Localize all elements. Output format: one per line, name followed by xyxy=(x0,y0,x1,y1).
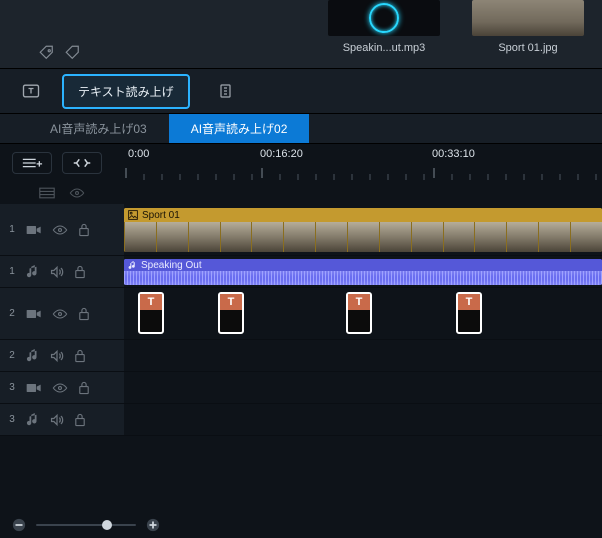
video-icon[interactable] xyxy=(26,382,42,394)
timeline-header: 0:00 00:16:20 00:33:10 xyxy=(0,144,602,182)
media-item-image[interactable]: Sport 01.jpg xyxy=(472,0,584,54)
track-number: 3 xyxy=(8,414,16,425)
track-lane[interactable]: T T T T xyxy=(124,288,602,340)
track-lane[interactable] xyxy=(124,340,602,372)
media-thumbnail xyxy=(472,0,584,36)
zoom-in-button[interactable] xyxy=(146,518,160,532)
music-icon[interactable] xyxy=(26,413,40,427)
video-icon[interactable] xyxy=(26,224,42,236)
speaker-icon[interactable] xyxy=(50,413,64,427)
track-head: 1 xyxy=(0,204,124,256)
filmstrip-icon[interactable] xyxy=(39,187,55,199)
video-icon[interactable] xyxy=(26,308,42,320)
marker-add-button[interactable] xyxy=(12,152,52,174)
tab-ai-voice-02[interactable]: AI音声読み上げ02 xyxy=(169,114,310,143)
text-to-speech-button[interactable]: テキスト読み上げ xyxy=(62,74,190,109)
image-icon xyxy=(128,210,138,220)
track-number: 1 xyxy=(8,224,16,235)
tool-row: テキスト読み上げ xyxy=(0,68,602,114)
tag-icon[interactable] xyxy=(38,44,56,62)
eye-icon[interactable] xyxy=(52,308,68,320)
text-clip-glyph: T xyxy=(140,294,162,310)
tab-ai-voice-03[interactable]: AI音声読み上げ03 xyxy=(28,114,169,143)
zoom-out-button[interactable] xyxy=(12,518,26,532)
ruler-label: 00:33:10 xyxy=(432,148,475,160)
lock-icon[interactable] xyxy=(78,381,90,395)
media-caption: Speakin...ut.mp3 xyxy=(328,42,440,54)
track-row: 2 xyxy=(0,340,602,372)
clip-title: Sport 01 xyxy=(142,210,180,221)
text-clip[interactable]: T xyxy=(346,292,372,334)
ruler-label: 0:00 xyxy=(128,148,149,160)
caption-tool-icon[interactable] xyxy=(212,76,242,106)
lock-icon[interactable] xyxy=(78,307,90,321)
track-row: 1 Sport 01 xyxy=(0,204,602,256)
music-icon[interactable] xyxy=(26,349,40,363)
tag-outline-icon[interactable] xyxy=(64,44,82,62)
clip-title: Speaking Out xyxy=(141,260,202,271)
track-lane[interactable] xyxy=(124,404,602,436)
master-row xyxy=(0,182,602,204)
text-clip[interactable]: T xyxy=(218,292,244,334)
time-ruler[interactable]: 0:00 00:16:20 00:33:10 xyxy=(124,144,602,182)
lock-icon[interactable] xyxy=(74,265,86,279)
clip-thumbnails xyxy=(124,222,602,252)
audio-clip[interactable]: Speaking Out xyxy=(124,259,602,285)
track-lane[interactable]: Speaking Out xyxy=(124,256,602,288)
eye-icon[interactable] xyxy=(52,382,68,394)
media-thumbnail xyxy=(328,0,440,36)
text-clip[interactable]: T xyxy=(138,292,164,334)
zoom-bar xyxy=(0,512,602,538)
text-clip-glyph: T xyxy=(220,294,242,310)
waveform xyxy=(124,271,602,285)
track-head: 1 xyxy=(0,256,124,288)
timeline-header-tools xyxy=(0,144,124,182)
music-icon[interactable] xyxy=(26,265,40,279)
eye-icon[interactable] xyxy=(69,187,85,199)
track-number: 1 xyxy=(8,266,16,277)
track-number: 2 xyxy=(8,350,16,361)
speaker-icon[interactable] xyxy=(50,265,64,279)
media-item-audio[interactable]: Speakin...ut.mp3 xyxy=(328,0,440,54)
track-number: 2 xyxy=(8,308,16,319)
lock-icon[interactable] xyxy=(74,349,86,363)
track-head: 3 xyxy=(0,372,124,404)
tracks-area: 1 Sport 01 1 xyxy=(0,204,602,512)
media-browser: Speakin...ut.mp3 Sport 01.jpg xyxy=(0,0,602,68)
video-clip[interactable]: Sport 01 xyxy=(124,208,602,252)
track-row: 2 T T T T xyxy=(0,288,602,340)
text-tool-icon[interactable] xyxy=(16,76,46,106)
speaker-icon[interactable] xyxy=(50,349,64,363)
text-clip-glyph: T xyxy=(458,294,480,310)
zoom-slider[interactable] xyxy=(36,524,136,526)
track-lane[interactable]: Sport 01 xyxy=(124,204,602,256)
music-icon xyxy=(128,261,137,270)
lock-icon[interactable] xyxy=(78,223,90,237)
track-row: 1 Speaking Out xyxy=(0,256,602,288)
track-row: 3 xyxy=(0,404,602,436)
track-row: 3 xyxy=(0,372,602,404)
track-head: 3 xyxy=(0,404,124,436)
track-lane[interactable] xyxy=(124,372,602,404)
snap-toggle-button[interactable] xyxy=(62,152,102,174)
ruler-ticks xyxy=(124,168,602,182)
zoom-slider-knob[interactable] xyxy=(102,520,112,530)
track-number: 3 xyxy=(8,382,16,393)
track-head: 2 xyxy=(0,340,124,372)
media-caption: Sport 01.jpg xyxy=(472,42,584,54)
text-clip[interactable]: T xyxy=(456,292,482,334)
tab-strip: AI音声読み上げ03 AI音声読み上げ02 xyxy=(0,114,602,144)
text-clip-glyph: T xyxy=(348,294,370,310)
eye-icon[interactable] xyxy=(52,224,68,236)
lock-icon[interactable] xyxy=(74,413,86,427)
tag-icons xyxy=(38,44,82,62)
ruler-label: 00:16:20 xyxy=(260,148,303,160)
track-head: 2 xyxy=(0,288,124,340)
